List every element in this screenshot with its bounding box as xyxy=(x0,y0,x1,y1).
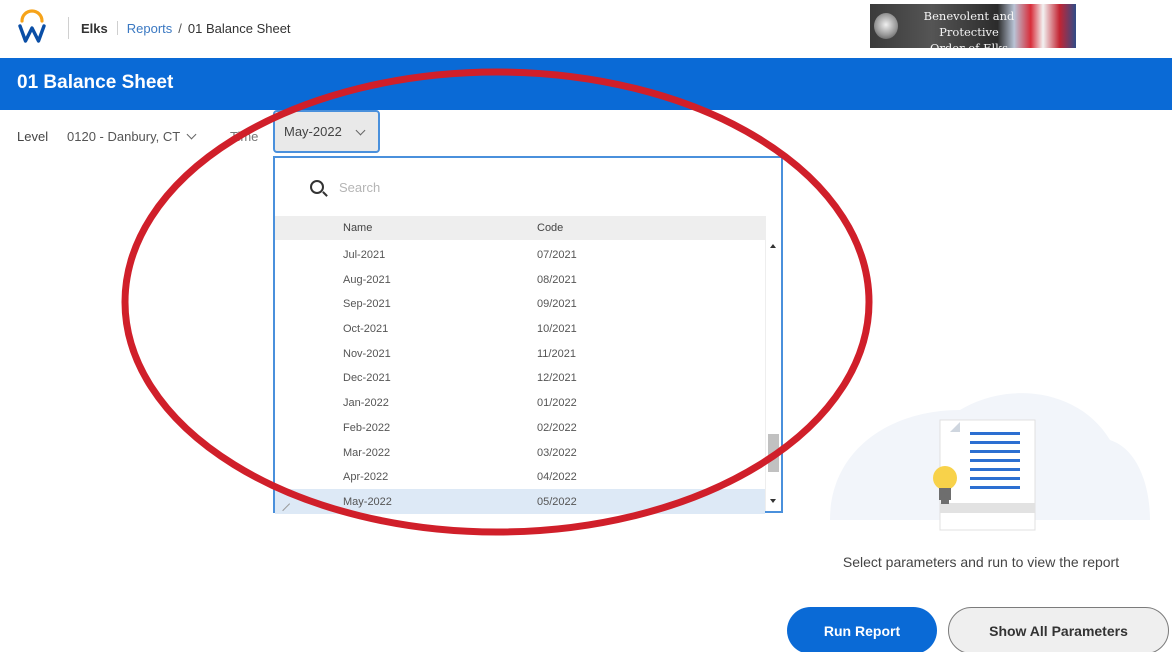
row-name: Oct-2021 xyxy=(343,323,389,336)
row-code: 09/2021 xyxy=(537,298,577,311)
chevron-down-icon xyxy=(186,129,197,140)
breadcrumb-org[interactable]: Elks xyxy=(81,21,108,36)
row-code: 08/2021 xyxy=(537,273,577,286)
row-code: 02/2022 xyxy=(537,421,577,434)
row-code: 04/2022 xyxy=(537,471,577,484)
dropdown-row[interactable]: Jul-2021 07/2021 xyxy=(275,242,765,267)
page-title: 01 Balance Sheet xyxy=(17,72,174,93)
dropdown-scrollbar[interactable] xyxy=(765,216,781,511)
scroll-up-arrow-icon[interactable] xyxy=(770,244,776,248)
empty-state-message: Select parameters and run to view the re… xyxy=(842,554,1120,570)
dropdown-row[interactable]: Mar-2022 03/2022 xyxy=(275,440,765,465)
dropdown-row[interactable]: Dec-2021 12/2021 xyxy=(275,365,765,390)
dropdown-row[interactable]: Apr-2022 04/2022 xyxy=(275,464,765,489)
dropdown-search-input[interactable] xyxy=(339,176,739,198)
title-band: 01 Balance Sheet xyxy=(0,58,1172,110)
show-all-parameters-button[interactable]: Show All Parameters xyxy=(948,607,1169,652)
elks-banner-line1: Benevolent and Protective xyxy=(923,9,1015,39)
breadcrumb: Elks Reports / 01 Balance Sheet xyxy=(68,17,291,39)
dropdown-row[interactable]: May-2022 05/2022 xyxy=(275,488,765,514)
level-select-value: 0120 - Danbury, CT xyxy=(67,129,181,144)
row-name: Dec-2021 xyxy=(343,372,391,385)
time-label: Time xyxy=(230,129,259,144)
dropdown-rows: Jul-2021 07/2021 Aug-2021 08/2021 Sep-2021… xyxy=(275,242,765,514)
row-name: Jul-2021 xyxy=(343,249,386,261)
breadcrumb-current: 01 Balance Sheet xyxy=(187,20,291,36)
row-name: Jan-2022 xyxy=(343,397,389,410)
column-header-code: Code xyxy=(537,222,564,234)
time-select[interactable]: May-2022 xyxy=(273,110,380,153)
elks-banner-logo: Benevolent and Protective Order of Elks xyxy=(870,4,1076,48)
dropdown-row[interactable]: Sep-2021 09/2021 xyxy=(275,291,765,316)
row-code: 12/2021 xyxy=(537,372,577,385)
row-name: Mar-2022 xyxy=(343,446,391,459)
dropdown-row[interactable]: Jan-2022 01/2022 xyxy=(275,390,765,415)
dropdown-table-header: Name Code xyxy=(275,216,765,240)
dropdown-row[interactable]: Feb-2022 02/2022 xyxy=(275,415,765,440)
header-divider xyxy=(68,17,69,39)
dropdown-search-row xyxy=(275,158,781,216)
breadcrumb-divider xyxy=(116,21,118,35)
scroll-down-arrow-icon[interactable] xyxy=(770,499,776,503)
level-select[interactable]: 0120 - Danbury, CT xyxy=(67,129,197,144)
workday-logo-icon[interactable] xyxy=(17,6,47,46)
top-header: Elks Reports / 01 Balance Sheet Benevole… xyxy=(0,0,1172,56)
row-code: 01/2022 xyxy=(537,397,577,410)
row-name: Feb-2022 xyxy=(343,421,391,434)
row-name: Nov-2021 xyxy=(343,347,391,360)
chevron-down-icon xyxy=(355,125,366,136)
row-code: 07/2021 xyxy=(537,249,577,261)
report-lightbulb-icon xyxy=(830,393,1150,531)
scrollbar-thumb[interactable] xyxy=(768,434,779,472)
dropdown-row[interactable]: Oct-2021 10/2021 xyxy=(275,316,765,341)
time-select-value: May-2022 xyxy=(284,124,342,139)
elks-banner-text: Benevolent and Protective Order of Elks xyxy=(904,8,1034,48)
row-code: 05/2022 xyxy=(537,495,577,508)
time-dropdown-popup: Name Code Jul-2021 07/2021 Aug-2021 08/202… xyxy=(273,156,783,514)
dropdown-row[interactable]: Nov-2021 11/2021 xyxy=(275,341,765,366)
row-code: 03/2022 xyxy=(537,446,577,459)
elks-emblem-icon xyxy=(874,13,898,39)
column-header-name: Name xyxy=(343,222,373,234)
row-name: May-2022 xyxy=(343,495,392,508)
breadcrumb-separator: / xyxy=(178,20,182,36)
breadcrumb-reports-link[interactable]: Reports xyxy=(127,21,173,36)
search-icon xyxy=(310,180,324,194)
run-report-button[interactable]: Run Report xyxy=(787,607,937,652)
dropdown-row[interactable]: Aug-2021 08/2021 xyxy=(275,267,765,292)
level-label: Level xyxy=(17,129,49,144)
elks-banner-line2: Order of Elks xyxy=(929,41,1009,48)
row-code: 10/2021 xyxy=(537,323,577,336)
row-name: Sep-2021 xyxy=(343,298,391,311)
row-name: Aug-2021 xyxy=(343,273,391,286)
row-code: 11/2021 xyxy=(537,347,576,360)
row-name: Apr-2022 xyxy=(343,471,389,484)
